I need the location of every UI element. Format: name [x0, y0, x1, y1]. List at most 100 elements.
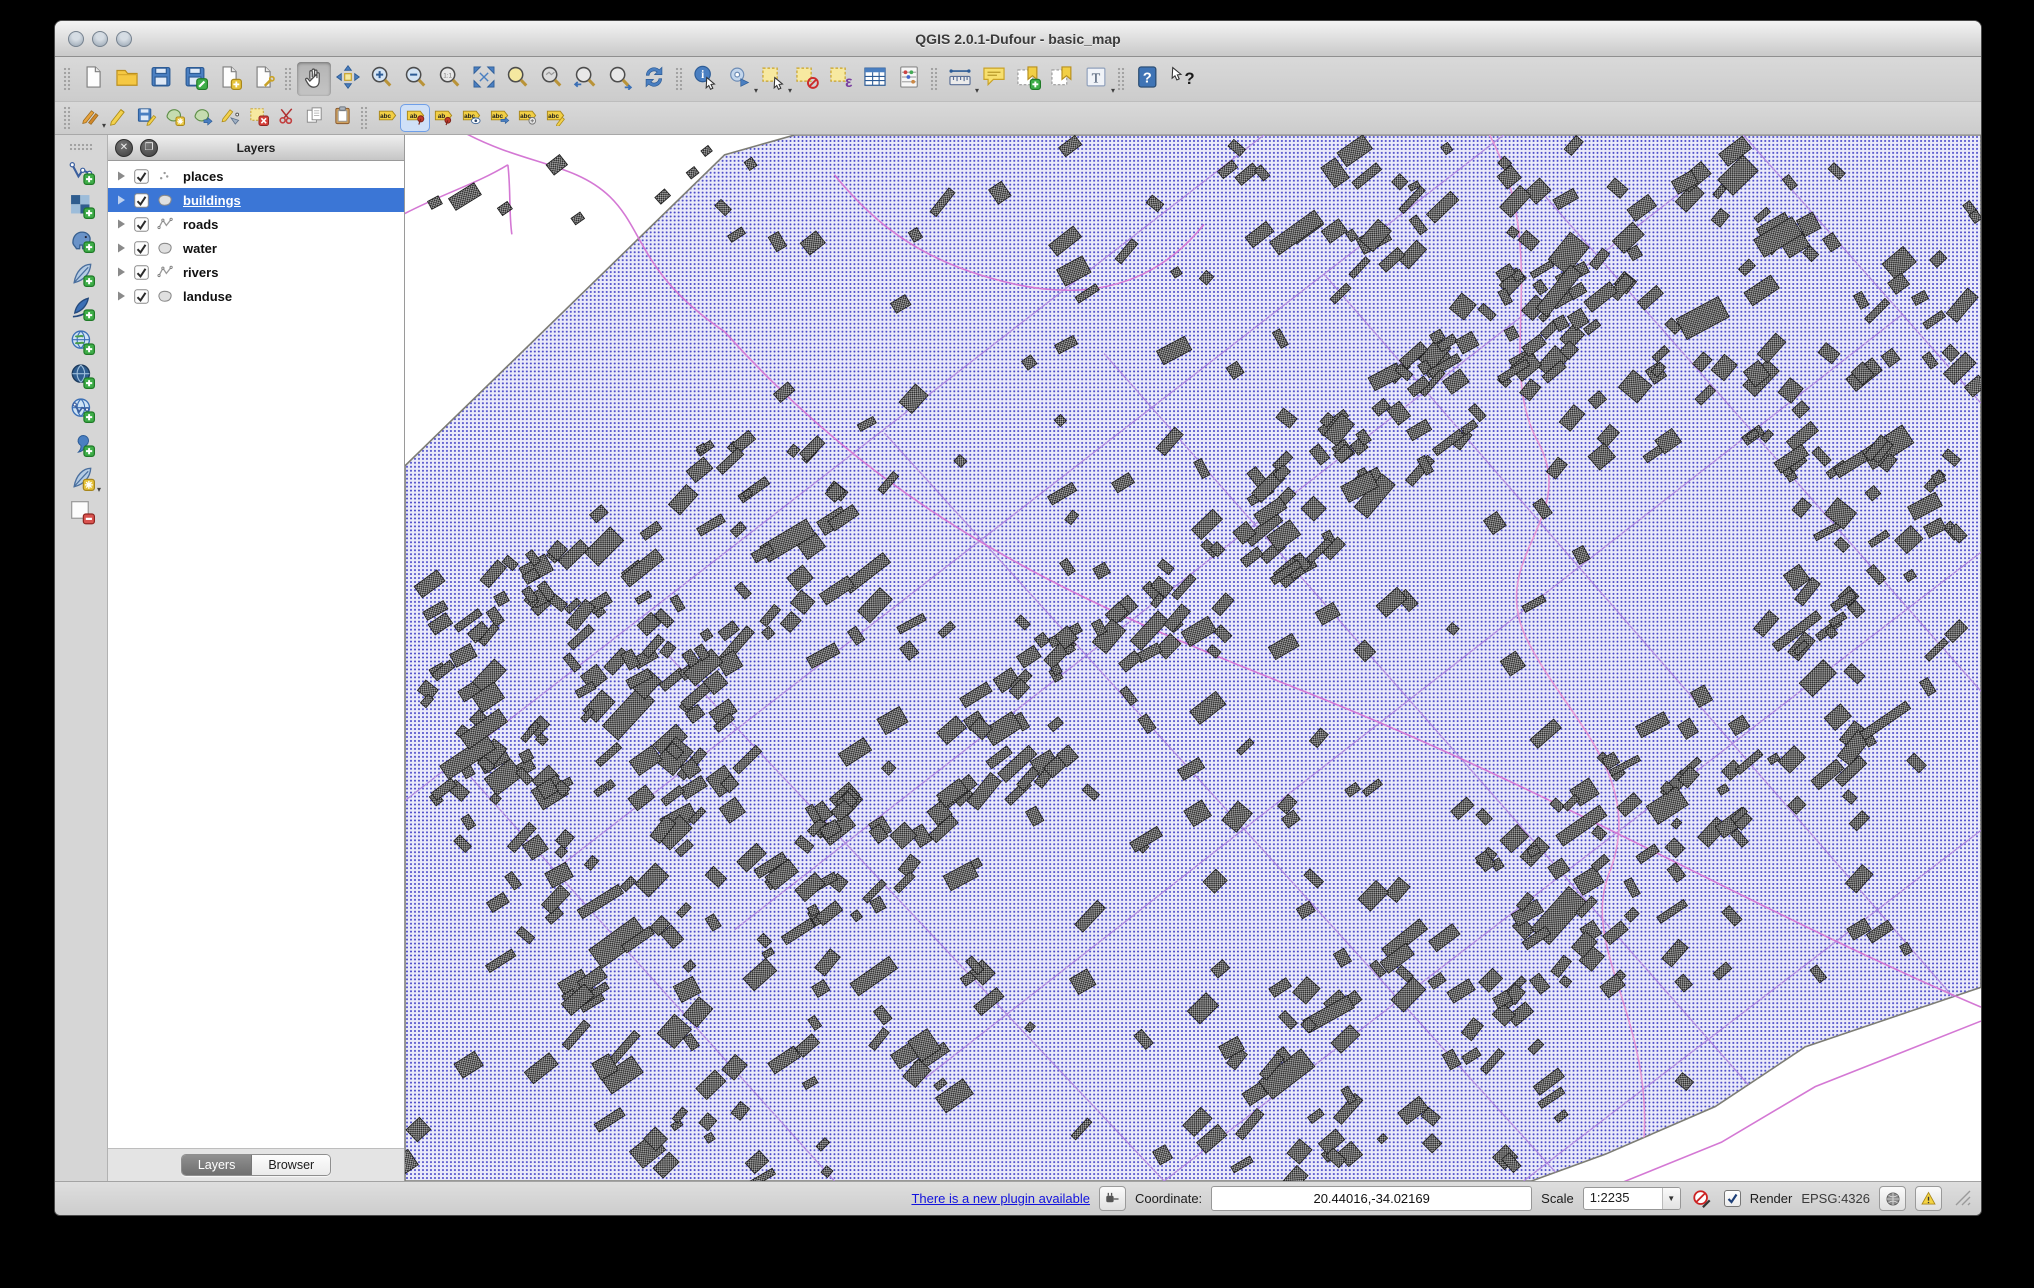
identify-features-button[interactable]: i [688, 62, 722, 96]
title-bar[interactable]: QGIS 2.0.1-Dufour - basic_map [55, 21, 1981, 57]
pan-map-icon [301, 64, 327, 95]
dropdown-arrow-icon[interactable]: ▾ [97, 486, 101, 494]
save-project-button[interactable] [144, 62, 178, 96]
expand-arrow-icon[interactable] [117, 219, 127, 229]
layer-item-rivers[interactable]: rivers [108, 260, 404, 284]
toggle-editing-button[interactable] [104, 105, 132, 131]
zoom-full-button[interactable] [467, 62, 501, 96]
crs-status-button[interactable] [1879, 1186, 1906, 1211]
add-postgis-layer-button[interactable] [63, 226, 99, 257]
add-wcs-layer-button[interactable] [63, 362, 99, 393]
new-project-button[interactable] [76, 62, 110, 96]
save-project-as-button[interactable] [178, 62, 212, 96]
stop-rendering-button[interactable] [1690, 1187, 1715, 1210]
layer-visibility-checkbox[interactable] [134, 169, 149, 184]
select-features-button[interactable]: ▾ [756, 62, 790, 96]
plugin-indicator-icon[interactable] [1099, 1186, 1126, 1211]
add-spatialite-layer-button[interactable] [63, 260, 99, 291]
plugin-available-link[interactable]: There is a new plugin available [911, 1191, 1090, 1206]
move-feature-button[interactable] [188, 105, 216, 131]
layer-visibility-checkbox[interactable] [134, 289, 149, 304]
pan-to-selection-button[interactable] [331, 62, 365, 96]
dropdown-arrow-icon[interactable]: ▾ [1111, 87, 1115, 95]
delete-selected-button[interactable] [244, 105, 272, 131]
layer-item-water[interactable]: water [108, 236, 404, 260]
move-label-button[interactable]: ab [429, 105, 457, 131]
traffic-lights [55, 31, 132, 47]
expand-arrow-icon[interactable] [117, 267, 127, 277]
minimize-button[interactable] [92, 31, 108, 47]
add-wms-layer-button[interactable] [63, 328, 99, 359]
zoom-next-button[interactable] [603, 62, 637, 96]
refresh-map-button[interactable] [637, 62, 671, 96]
whats-this-button[interactable]: ? [1164, 62, 1198, 96]
zoom-to-layer-button[interactable] [535, 62, 569, 96]
panel-tab-layers[interactable]: Layers [182, 1155, 253, 1175]
zoom-out-button[interactable] [399, 62, 433, 96]
layer-item-places[interactable]: places [108, 164, 404, 188]
add-vector-layer-button[interactable] [63, 158, 99, 189]
expand-arrow-icon[interactable] [117, 171, 127, 181]
coordinate-input[interactable] [1211, 1186, 1532, 1211]
current-edits-button[interactable]: ▾ [76, 105, 104, 131]
layer-visibility-checkbox[interactable] [134, 217, 149, 232]
composer-manager-button[interactable] [246, 62, 280, 96]
layer-visibility-checkbox[interactable] [134, 241, 149, 256]
message-log-button[interactable] [1915, 1186, 1942, 1211]
cut-features-button[interactable] [272, 105, 300, 131]
new-bookmark-button[interactable] [1011, 62, 1045, 96]
help-contents-button[interactable]: ? [1130, 62, 1164, 96]
close-button[interactable] [68, 31, 84, 47]
remove-layer-button[interactable] [63, 498, 99, 529]
expand-arrow-icon[interactable] [117, 291, 127, 301]
add-feature-button[interactable] [160, 105, 188, 131]
new-spatialite-layer-button[interactable]: ▾ [63, 464, 99, 495]
layer-labeling-options-button[interactable]: abc [373, 105, 401, 131]
zoom-native-button[interactable]: 1:1 [433, 62, 467, 96]
change-label-button[interactable]: abc [513, 105, 541, 131]
layer-item-landuse[interactable]: landuse [108, 284, 404, 308]
expand-arrow-icon[interactable] [117, 195, 127, 205]
scale-dropdown-arrow-icon[interactable]: ▼ [1662, 1188, 1680, 1209]
rotate-label-icon: abc [489, 105, 510, 131]
layer-visibility-checkbox[interactable] [134, 265, 149, 280]
layer-item-roads[interactable]: roads [108, 212, 404, 236]
zoom-last-button[interactable] [569, 62, 603, 96]
map-canvas[interactable] [405, 135, 1981, 1181]
resize-grip[interactable] [1951, 1186, 1973, 1211]
field-calculator-button[interactable] [892, 62, 926, 96]
zoom-to-selection-button[interactable] [501, 62, 535, 96]
save-layer-edits-button[interactable] [132, 105, 160, 131]
open-attribute-table-button[interactable] [858, 62, 892, 96]
select-by-expression-button[interactable]: ε [824, 62, 858, 96]
change-label-properties-button[interactable]: abc [541, 105, 569, 131]
show-hide-labels-button[interactable]: abc [457, 105, 485, 131]
add-mssql-layer-button[interactable] [63, 294, 99, 325]
open-project-button[interactable] [110, 62, 144, 96]
text-annotation-button[interactable]: T▾ [1079, 62, 1113, 96]
zoom-button[interactable] [116, 31, 132, 47]
add-wfs-layer-button[interactable] [63, 396, 99, 427]
show-bookmarks-button[interactable] [1045, 62, 1079, 96]
map-tips-button[interactable] [977, 62, 1011, 96]
measure-line-button[interactable]: ▾ [943, 62, 977, 96]
pin-unpin-labels-button[interactable]: ab [401, 105, 429, 131]
node-tool-button[interactable] [216, 105, 244, 131]
scale-combobox[interactable]: 1:2235 ▼ [1583, 1187, 1681, 1210]
expand-arrow-icon[interactable] [117, 243, 127, 253]
copy-features-button[interactable] [300, 105, 328, 131]
new-print-composer-button[interactable] [212, 62, 246, 96]
zoom-in-button[interactable] [365, 62, 399, 96]
add-raster-layer-button[interactable] [63, 192, 99, 223]
deselect-features-button[interactable] [790, 62, 824, 96]
run-feature-action-button[interactable]: ▾ [722, 62, 756, 96]
panel-tab-browser[interactable]: Browser [252, 1155, 330, 1175]
add-delimited-text-layer-button[interactable] [63, 430, 99, 461]
rotate-label-button[interactable]: abc [485, 105, 513, 131]
pan-map-button[interactable] [297, 62, 331, 96]
layer-visibility-checkbox[interactable] [134, 193, 149, 208]
open-attribute-table-icon [862, 64, 888, 95]
render-checkbox[interactable] [1724, 1190, 1741, 1207]
paste-features-button[interactable] [328, 105, 356, 131]
layer-item-buildings[interactable]: buildings [108, 188, 404, 212]
